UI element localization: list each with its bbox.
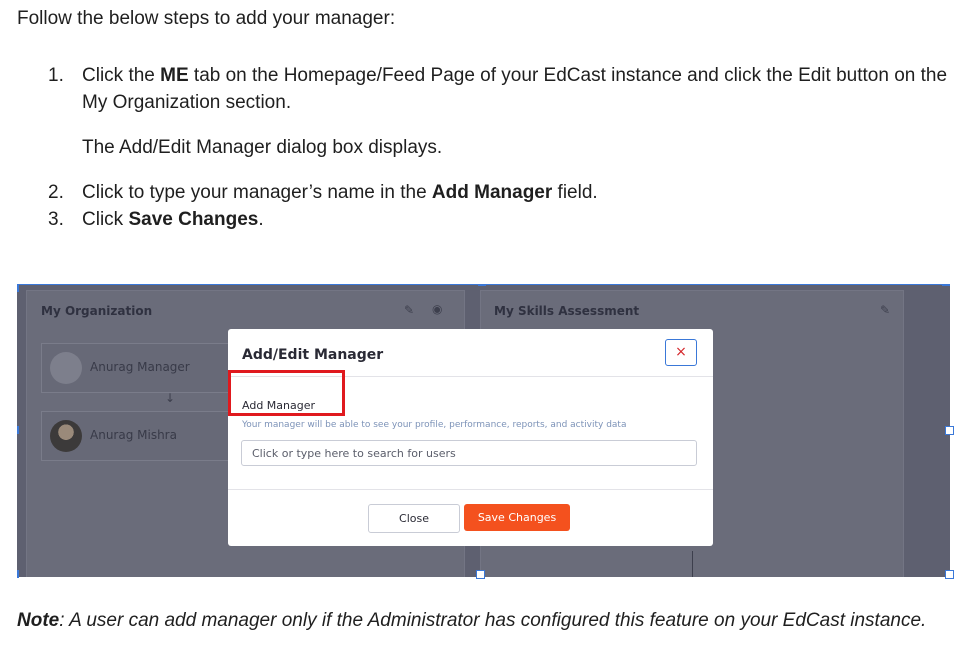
step-1-result: The Add/Edit Manager dialog box displays…	[82, 137, 443, 158]
note-label: Note	[17, 610, 60, 631]
org-card-title: My Organization	[41, 304, 153, 318]
avatar	[50, 420, 82, 452]
step-text: Click Save Changes.	[82, 209, 264, 230]
resize-handle[interactable]	[942, 284, 950, 286]
step-2: 2. Click to type your manager’s name in …	[48, 179, 948, 206]
arrow-down-icon: ↓	[165, 391, 176, 405]
manager-search-input[interactable]: Click or type here to search for users	[241, 440, 697, 466]
divider	[692, 551, 693, 577]
close-icon[interactable]: ×	[665, 339, 697, 366]
step-text: Click to type your manager’s name in the…	[82, 182, 598, 203]
resize-handle[interactable]	[478, 284, 486, 286]
intro-text: Follow the below steps to add your manag…	[17, 8, 396, 29]
add-edit-manager-dialog: Add/Edit Manager × Add Manager Your mana…	[228, 329, 713, 546]
resize-handle[interactable]	[945, 570, 954, 579]
step-number: 2.	[48, 182, 64, 203]
manager-name: Anurag Manager	[90, 360, 190, 374]
edit-icon[interactable]: ✎	[404, 303, 414, 317]
avatar	[50, 352, 82, 384]
step-number: 1.	[48, 65, 64, 86]
resize-handle[interactable]	[945, 426, 954, 435]
add-manager-hint: Your manager will be able to see your pr…	[242, 420, 627, 430]
dialog-title: Add/Edit Manager	[242, 347, 384, 363]
step-text: Click the ME tab on the Homepage/Feed Pa…	[82, 65, 948, 113]
resize-handle[interactable]	[17, 426, 19, 434]
steps-list: 1. Click the ME tab on the Homepage/Feed…	[48, 62, 948, 233]
resize-handle[interactable]	[476, 570, 485, 579]
resize-handle[interactable]	[17, 284, 19, 292]
step-number: 3.	[48, 209, 64, 230]
save-changes-button[interactable]: Save Changes	[464, 504, 570, 531]
highlight-box	[228, 370, 345, 416]
user-row: Anurag Mishra	[41, 411, 233, 461]
note-text: Note: A user can add manager only if the…	[17, 610, 927, 631]
eye-icon[interactable]: ◉	[432, 302, 442, 316]
close-button[interactable]: Close	[368, 504, 460, 533]
divider	[228, 489, 713, 490]
step-3: 3. Click Save Changes.	[48, 206, 948, 233]
edit-icon[interactable]: ✎	[880, 303, 890, 317]
user-name: Anurag Mishra	[90, 428, 177, 442]
skills-card-title: My Skills Assessment	[494, 304, 640, 318]
manager-row: Anurag Manager	[41, 343, 233, 393]
resize-handle[interactable]	[17, 570, 19, 578]
step-1: 1. Click the ME tab on the Homepage/Feed…	[48, 62, 948, 116]
